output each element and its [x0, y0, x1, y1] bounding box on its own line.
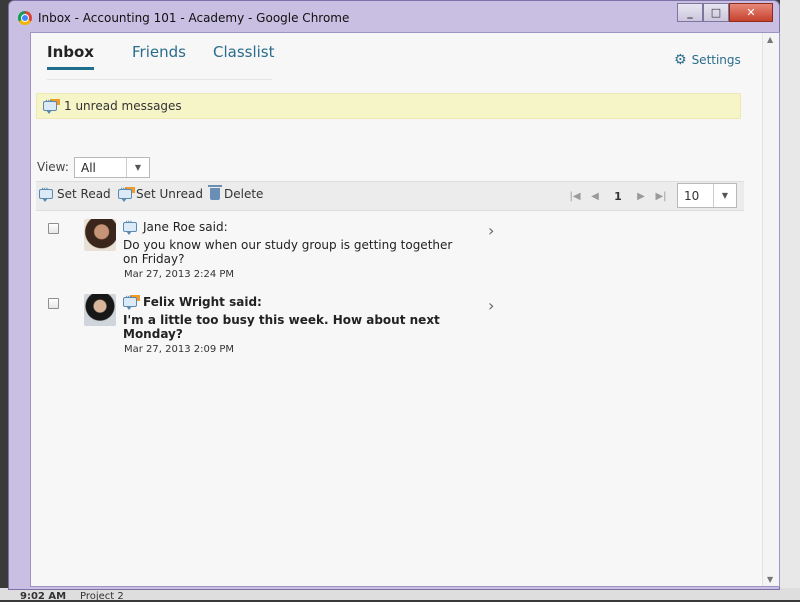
minimize-button[interactable]: _	[677, 3, 703, 22]
vertical-scrollbar[interactable]: ▲ ▼	[762, 33, 779, 586]
message-body[interactable]: Do you know when our study group is gett…	[123, 238, 468, 266]
tab-divider	[47, 79, 272, 80]
view-select[interactable]: All ▼	[74, 157, 150, 178]
view-label: View:	[37, 160, 69, 174]
trash-icon	[208, 185, 222, 200]
message-toolbar: Set Read Set Unread Delete |◀ ◀ 1 ▶ ▶| 1…	[36, 181, 744, 211]
prev-page-icon[interactable]: ◀	[586, 186, 604, 206]
message-unread-icon	[123, 292, 137, 310]
message-date: Mar 27, 2013 2:09 PM	[124, 344, 235, 355]
set-unread-label: Set Unread	[136, 187, 203, 201]
message-checkbox[interactable]	[48, 298, 59, 309]
tab-classlist[interactable]: Classlist	[213, 43, 275, 61]
message-row[interactable]: Jane Roe said: Do you know when our stud…	[36, 215, 744, 290]
avatar	[84, 294, 116, 326]
message-unread-icon	[118, 184, 132, 202]
chevron-down-icon[interactable]: ▼	[713, 184, 736, 207]
view-select-value: All	[81, 160, 96, 175]
unread-notice: 1 unread messages	[36, 93, 741, 119]
window-controls: _ □ ✕	[677, 3, 773, 22]
delete-label: Delete	[224, 187, 264, 201]
message-header: Jane Roe said:	[123, 217, 228, 235]
message-read-icon	[39, 184, 53, 202]
browser-window: Inbox - Accounting 101 - Academy - Googl…	[8, 0, 780, 590]
settings-label: Settings	[691, 53, 741, 67]
message-unread-icon	[43, 96, 57, 114]
current-page: 1	[614, 189, 622, 203]
page-size-select[interactable]: 10 ▼	[677, 183, 737, 208]
title-bar[interactable]: Inbox - Accounting 101 - Academy - Googl…	[9, 1, 779, 33]
message-sender: Felix Wright said:	[143, 295, 262, 309]
message-date: Mar 27, 2013 2:24 PM	[124, 269, 235, 280]
message-header: Felix Wright said:	[123, 292, 262, 310]
tab-friends[interactable]: Friends	[132, 43, 186, 61]
next-page-icon[interactable]: ▶	[632, 186, 650, 206]
maximize-button[interactable]: □	[703, 3, 729, 22]
taskbar-item[interactable]: Project 2	[80, 591, 124, 602]
set-unread-button[interactable]: Set Unread	[118, 184, 203, 202]
scroll-up-icon[interactable]: ▲	[767, 35, 773, 44]
page-viewport: Inbox Friends Classlist ⚙ Settings 1 unr…	[30, 32, 780, 587]
chrome-logo-icon	[18, 11, 32, 25]
scroll-down-icon[interactable]: ▼	[767, 575, 773, 584]
chevron-down-icon[interactable]: ▼	[126, 158, 149, 177]
gear-icon: ⚙	[674, 52, 687, 68]
last-page-icon[interactable]: ▶|	[652, 186, 670, 206]
message-body[interactable]: I'm a little too busy this week. How abo…	[123, 313, 468, 341]
set-read-button[interactable]: Set Read	[39, 184, 111, 202]
window-title: Inbox - Accounting 101 - Academy - Googl…	[38, 11, 350, 25]
message-checkbox[interactable]	[48, 223, 59, 234]
taskbar-time: 9:02 AM	[20, 591, 67, 602]
unread-notice-text: 1 unread messages	[64, 99, 182, 113]
page-size-value: 10	[684, 188, 700, 203]
settings-link[interactable]: ⚙ Settings	[674, 53, 741, 67]
message-list: Jane Roe said: Do you know when our stud…	[36, 215, 744, 365]
first-page-icon[interactable]: |◀	[566, 186, 584, 206]
delete-button[interactable]: Delete	[208, 185, 264, 201]
message-read-icon	[123, 217, 137, 235]
close-button[interactable]: ✕	[729, 3, 773, 22]
chevron-right-icon[interactable]: ›	[488, 296, 494, 315]
desktop-background	[780, 0, 800, 600]
set-read-label: Set Read	[57, 187, 111, 201]
message-row[interactable]: Felix Wright said: I'm a little too busy…	[36, 290, 744, 365]
chevron-right-icon[interactable]: ›	[488, 221, 494, 240]
tab-inbox[interactable]: Inbox	[47, 43, 94, 70]
avatar	[84, 219, 116, 251]
pagination: |◀ ◀ 1 ▶ ▶|	[566, 184, 670, 208]
message-sender: Jane Roe said:	[143, 220, 228, 234]
